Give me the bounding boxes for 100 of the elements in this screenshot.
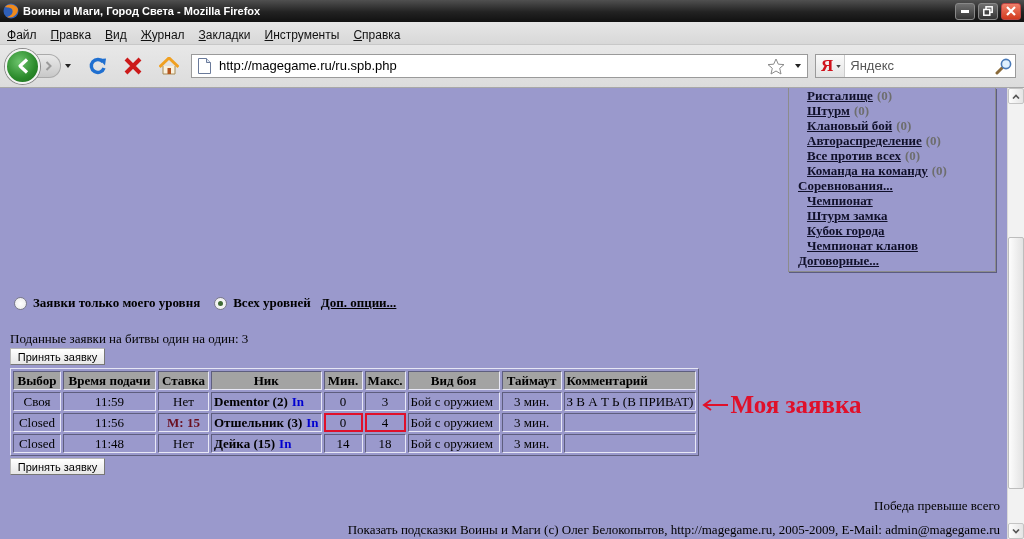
radio-button[interactable] — [214, 296, 228, 310]
menu-link[interactable]: Соревнования... — [798, 178, 893, 193]
menu-link[interactable]: Договорные... — [798, 253, 880, 268]
table-cell: Closed — [13, 434, 61, 453]
table-cell: 11:48 — [63, 434, 156, 453]
restore-icon — [983, 6, 993, 16]
star-icon[interactable] — [767, 57, 785, 75]
table-cell: 0 — [323, 392, 363, 411]
search-engine-button[interactable]: Я — [816, 55, 846, 77]
player-name: Dementor (2) — [214, 394, 288, 409]
table-cell: З В А Т Ь (В ПРИВАТ) — [563, 392, 697, 411]
table-cell: Нет — [158, 392, 209, 411]
search-input[interactable]: Яндекс — [850, 56, 995, 76]
restore-button[interactable] — [978, 2, 998, 20]
player-name: Отшельник (3) — [214, 415, 303, 430]
menu-link[interactable]: Чемпионат кланов — [807, 238, 918, 253]
menu-item[interactable]: Файл — [0, 22, 44, 44]
stop-button[interactable] — [124, 57, 142, 75]
table-cell: M: 15 — [158, 413, 209, 432]
table-cell: 3 мин. — [501, 434, 562, 453]
table-cell: 18 — [364, 434, 406, 453]
column-header: Макс. — [364, 371, 406, 390]
column-header: Выбор — [13, 371, 61, 390]
info-link[interactable]: In — [291, 394, 305, 409]
table-cell: 3 — [364, 392, 406, 411]
search-field[interactable]: Я Яндекс — [815, 54, 1016, 78]
history-dropdown-button[interactable] — [65, 64, 71, 68]
table-cell: 14 — [323, 434, 363, 453]
scrollbar-track[interactable] — [1007, 88, 1024, 539]
table-cell: 3 мин. — [501, 392, 562, 411]
menu-item[interactable]: Правка — [43, 22, 99, 44]
home-icon — [159, 57, 179, 75]
logo-icon — [3, 3, 19, 19]
menu-item[interactable]: Справка — [346, 22, 408, 44]
menu-link[interactable]: Клановый бой — [807, 118, 893, 133]
info-link[interactable]: In — [306, 415, 319, 430]
count-label: (0) — [925, 133, 941, 148]
menu-item[interactable]: Вид — [98, 22, 134, 44]
info-link[interactable]: In — [279, 436, 292, 451]
menu-link[interactable]: Все против всех — [807, 148, 901, 163]
column-header: Комментарий — [563, 371, 697, 390]
options-link[interactable]: Доп. опции... — [320, 293, 397, 313]
close-button[interactable] — [1001, 2, 1021, 20]
column-header: Таймаут — [501, 371, 562, 390]
pointer-arrow — [702, 399, 729, 411]
scroll-up-button[interactable] — [1008, 88, 1024, 104]
menu-link[interactable]: Ристалище — [807, 88, 873, 103]
chevron-down-icon — [1012, 528, 1020, 534]
count-label: (0) — [853, 103, 870, 118]
bids-summary: Поданные заявки на битвы один на один: 3 — [9, 332, 250, 346]
menu-item[interactable]: Журнал — [133, 22, 192, 44]
accept-button[interactable]: Принять заявку — [10, 458, 105, 475]
menu-link[interactable]: Кубок города — [807, 223, 885, 238]
count-label: (0) — [931, 163, 947, 178]
column-header: Вид боя — [407, 371, 500, 390]
scrollbar-thumb[interactable] — [1008, 237, 1024, 489]
table-cell: Нет — [158, 434, 209, 453]
chevron-up-icon — [1012, 93, 1020, 99]
radio-button[interactable] — [14, 296, 27, 310]
table-cell: 11:56 — [63, 413, 156, 432]
column-header: Мин. — [323, 371, 363, 390]
minimize-icon — [961, 9, 969, 13]
back-button[interactable] — [5, 48, 40, 84]
search-icon[interactable] — [995, 57, 1012, 75]
menu-link[interactable]: Команда на команду — [807, 163, 928, 178]
table-cell: 4 — [364, 413, 406, 432]
page-icon — [198, 58, 211, 74]
address-input[interactable]: http://magegame.ru/ru.spb.php — [219, 56, 767, 76]
count-label: (0) — [896, 118, 912, 133]
column-header: Ник — [211, 371, 322, 390]
close-icon — [1006, 6, 1016, 16]
menu-item[interactable]: Закладки — [191, 22, 258, 44]
window-title: Воины и Маги, Город Света - Mozilla Firefox — [23, 3, 261, 19]
radio-label[interactable]: Всех уровней — [233, 293, 311, 313]
table-cell: Своя — [13, 392, 61, 411]
accept-button[interactable]: Принять заявку — [10, 348, 105, 365]
table-cell: 11:59 — [63, 392, 156, 411]
home-button[interactable] — [159, 57, 179, 75]
count-label: (0) — [876, 88, 893, 103]
menu-link[interactable]: Чемпионат — [807, 193, 873, 208]
menu-link[interactable]: Штурм — [807, 103, 850, 118]
menu-item[interactable]: Инструменты — [257, 22, 347, 44]
caret-icon — [836, 64, 842, 68]
address-field[interactable]: http://magegame.ru/ru.spb.php — [191, 54, 808, 78]
reload-button[interactable] — [89, 57, 107, 75]
reload-icon — [89, 57, 107, 75]
player-name: Дейка (15) — [214, 436, 276, 451]
minimize-button[interactable] — [955, 2, 975, 20]
scroll-down-button[interactable] — [1008, 523, 1024, 539]
table-cell: Бой с оружием — [407, 434, 500, 453]
radio-label[interactable]: Заявки только моего уровня — [33, 293, 201, 313]
footer-text: Показать подсказки Воины и Маги (c) Олег Белокопытов, http://magegame.ru, 2005-2009, E-Mail: admin@magegame.ru — [346, 523, 1001, 537]
table-cell: Closed — [13, 413, 61, 432]
table-cell: Бой с оружием — [407, 392, 500, 411]
caret-icon[interactable] — [795, 64, 801, 68]
caret-icon — [65, 64, 71, 68]
column-header: Ставка — [158, 371, 209, 390]
menu-link[interactable]: Автораспределение — [807, 133, 922, 148]
menu-link[interactable]: Штурм замка — [807, 208, 888, 223]
table-cell: 3 мин. — [501, 413, 562, 432]
